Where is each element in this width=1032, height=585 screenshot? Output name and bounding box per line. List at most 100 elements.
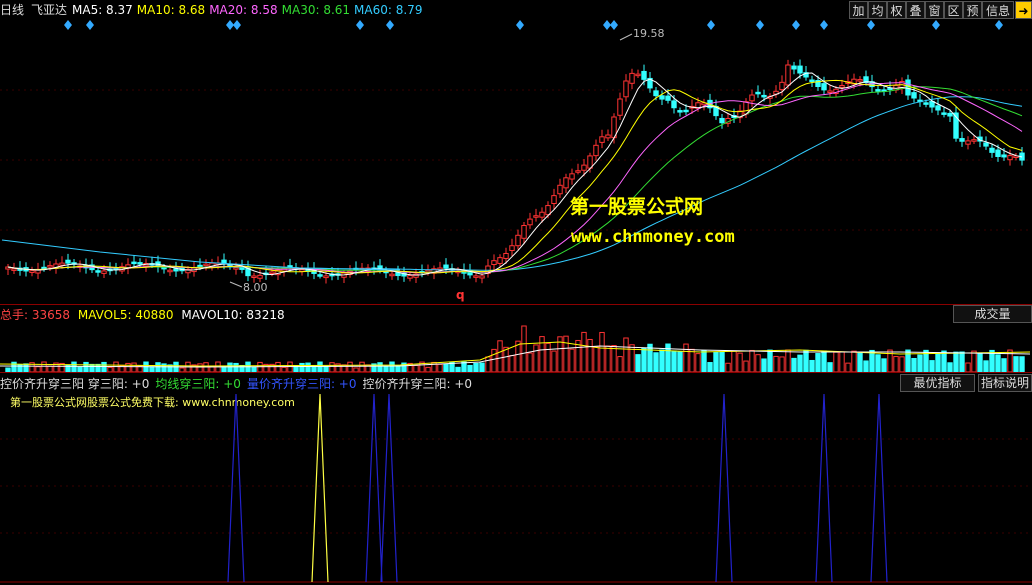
volume-bar: [617, 356, 623, 372]
volume-bar: [473, 362, 479, 372]
volume-bar: [359, 361, 365, 372]
ma30-line: [7, 86, 1023, 273]
low-pointer: [229, 281, 243, 288]
volume-bar: [539, 336, 545, 372]
ma-legend: MA5: 8.37 MA10: 8.68 MA20: 8.58 MA30: 8.61 M…: [72, 3, 426, 17]
volume-bar: [803, 349, 809, 372]
candle-body: [65, 259, 71, 264]
volume-bar: [389, 361, 395, 372]
candle-body: [653, 90, 659, 97]
signal-spike: [380, 393, 398, 583]
chart-header: 日线 飞亚达 MA5: 8.37 MA10: 8.68 MA20: 8.58 MA30…: [0, 0, 1032, 20]
volume-bar: [731, 350, 737, 372]
candle-body: [839, 85, 845, 88]
volume-bar: [797, 354, 803, 372]
volume-bar: [791, 357, 797, 372]
candle-body: [545, 205, 551, 216]
volume-bar: [815, 353, 821, 372]
candle-body: [491, 260, 497, 266]
toolbar-button[interactable]: 信息: [982, 1, 1014, 19]
volume-bar: [977, 352, 983, 372]
volume-bar: [695, 353, 701, 372]
toolbar-button[interactable]: 权: [887, 1, 906, 19]
candle-body: [443, 264, 449, 269]
candle-body: [629, 72, 635, 84]
candle-body: [437, 267, 443, 271]
signal-spike: [365, 393, 383, 583]
volume-bar: [437, 363, 443, 372]
volume-bar: [71, 361, 77, 372]
candle-body: [575, 170, 581, 173]
volume-bar: [743, 360, 749, 372]
volume-bar: [869, 349, 875, 372]
candle-body: [173, 268, 179, 272]
arrow-right-icon[interactable]: ➜: [1015, 1, 1032, 19]
candle-body: [563, 177, 569, 189]
volume-bar: [611, 345, 617, 372]
toolbar-button[interactable]: 区: [944, 1, 963, 19]
volume-bar: [761, 358, 767, 372]
candle-body: [167, 269, 173, 273]
candle-body: [521, 225, 527, 239]
candle-body: [497, 257, 503, 264]
volume-bar: [677, 351, 683, 372]
candle-body: [503, 252, 509, 259]
indicator-help-button[interactable]: 指标说明: [978, 374, 1032, 392]
volume-bar: [527, 352, 533, 372]
toolbar-button[interactable]: 窗: [925, 1, 944, 19]
signal-diamond-icon: [86, 20, 94, 30]
toolbar-button[interactable]: 叠: [906, 1, 925, 19]
volume-bar: [521, 325, 527, 372]
best-indicator-button[interactable]: 最优指标: [900, 374, 975, 392]
ma10-line: [7, 79, 1023, 274]
volume-bar: [935, 352, 941, 372]
volume-bar: [719, 351, 725, 372]
volume-bar: [737, 352, 743, 372]
candle-body: [797, 65, 803, 74]
toolbar-button[interactable]: 均: [868, 1, 887, 19]
candle-body: [539, 211, 545, 218]
ma5-line: [7, 72, 1023, 276]
ma-legend-item: MA10: 8.68: [136, 3, 206, 17]
signal-diamond-icon: [756, 20, 764, 30]
volume-bar: [1001, 358, 1007, 372]
toolbar-button[interactable]: 加: [849, 1, 868, 19]
indicator-legend: 控价齐升穿三阳 穿三阳: +0 均线穿三阳: +0 量价齐升穿三阳: +0 控价齐升穿…: [0, 375, 478, 392]
volume-bar: [659, 349, 665, 372]
volume-bar: [23, 363, 29, 372]
candle-body: [965, 140, 971, 145]
period-label[interactable]: 日线: [0, 3, 24, 17]
candle-body: [971, 139, 977, 142]
price-chart[interactable]: [0, 20, 1032, 304]
volume-bar: [839, 351, 845, 372]
volume-bar: [509, 355, 515, 372]
signal-diamond-icon: [820, 20, 828, 30]
candle-body: [875, 89, 881, 92]
signal-diamond-icon: [356, 20, 364, 30]
candle-body: [323, 275, 329, 279]
volume-bar: [443, 363, 449, 372]
candle-body: [389, 273, 395, 277]
panel-divider: [0, 304, 1032, 305]
candle-body: [641, 70, 647, 80]
volume-bar: [845, 362, 851, 372]
volume-bar: [971, 350, 977, 372]
indicator-chart[interactable]: [0, 392, 1032, 585]
volume-chart[interactable]: [0, 322, 1032, 372]
candle-body: [599, 136, 605, 143]
candle-body: [473, 275, 479, 278]
signal-diamond-icon: [516, 20, 524, 30]
volume-bar: [689, 348, 695, 372]
volume-bar: [299, 362, 305, 372]
candle-body: [41, 266, 47, 270]
volume-bar: [83, 361, 89, 372]
toolbar-button[interactable]: 预: [963, 1, 982, 19]
volume-bar: [863, 360, 869, 372]
indicator-legend-item: 控价齐升穿三阳: +0: [362, 377, 473, 391]
volume-bar: [749, 349, 755, 372]
ma-legend-item: MA20: 8.58: [209, 3, 278, 17]
volume-button[interactable]: 成交量: [953, 305, 1032, 323]
candle-body: [623, 80, 629, 98]
candle-body: [785, 64, 791, 86]
high-price-label: 19.58: [633, 27, 665, 40]
